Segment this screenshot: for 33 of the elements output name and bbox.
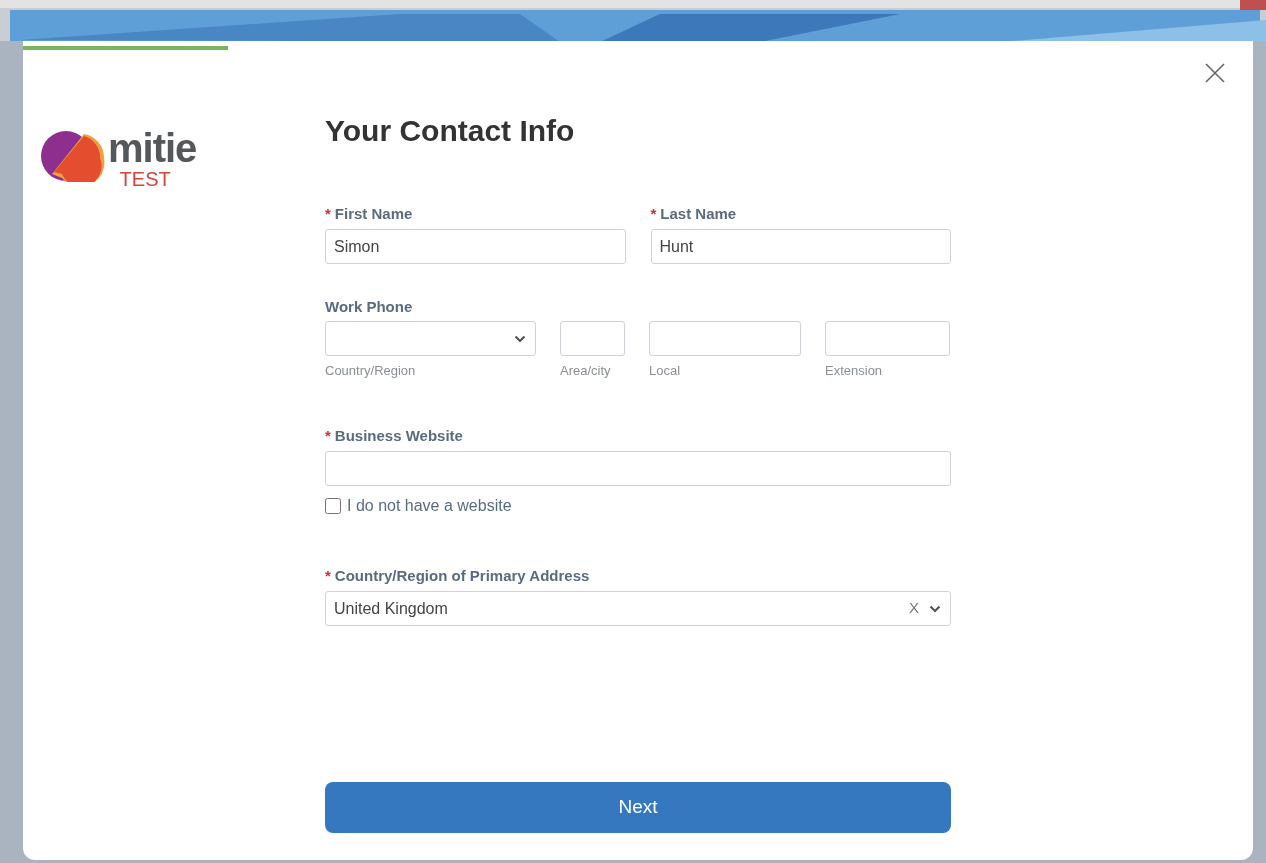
text-field[interactable]: Hunt xyxy=(650,229,951,264)
close-icon xyxy=(1205,63,1225,83)
logo-mark-icon xyxy=(40,130,106,182)
clear-button[interactable]: X xyxy=(909,597,919,620)
required-mark: * xyxy=(325,204,331,224)
no-website-checkbox[interactable] xyxy=(325,497,341,514)
text-field[interactable]: Simon xyxy=(325,229,626,264)
field-label: Country/Region of Primary Address xyxy=(334,566,590,586)
country-select[interactable]: United Kingdom X xyxy=(325,591,951,626)
text-field[interactable] xyxy=(649,321,801,356)
field-caption: Extension xyxy=(825,363,884,379)
checkbox-label: I do not have a website xyxy=(347,495,512,516)
form-title: Your Contact Info xyxy=(325,113,576,149)
chevron-down-icon xyxy=(514,334,526,343)
required-mark: * xyxy=(325,426,331,446)
required-mark: * xyxy=(650,204,657,224)
text-field[interactable] xyxy=(560,321,625,356)
field-label: Work Phone xyxy=(325,297,413,317)
field-caption: Area/city xyxy=(560,363,612,379)
logo-tag: TEST xyxy=(119,168,171,190)
logo-wordmark: mitie xyxy=(108,128,197,168)
field-label: First Name xyxy=(334,204,413,224)
next-button[interactable]: Next xyxy=(325,782,951,833)
field-caption: Country/Region xyxy=(325,363,417,379)
field-label: Business Website xyxy=(334,426,463,446)
required-mark: * xyxy=(325,566,331,586)
close-button[interactable] xyxy=(1204,62,1226,84)
field-label: Last Name xyxy=(660,204,737,224)
field-caption: Local xyxy=(649,363,682,379)
text-field[interactable] xyxy=(825,321,950,356)
chevron-down-icon xyxy=(929,604,941,613)
text-field[interactable] xyxy=(325,451,951,486)
country-select[interactable] xyxy=(325,321,536,356)
